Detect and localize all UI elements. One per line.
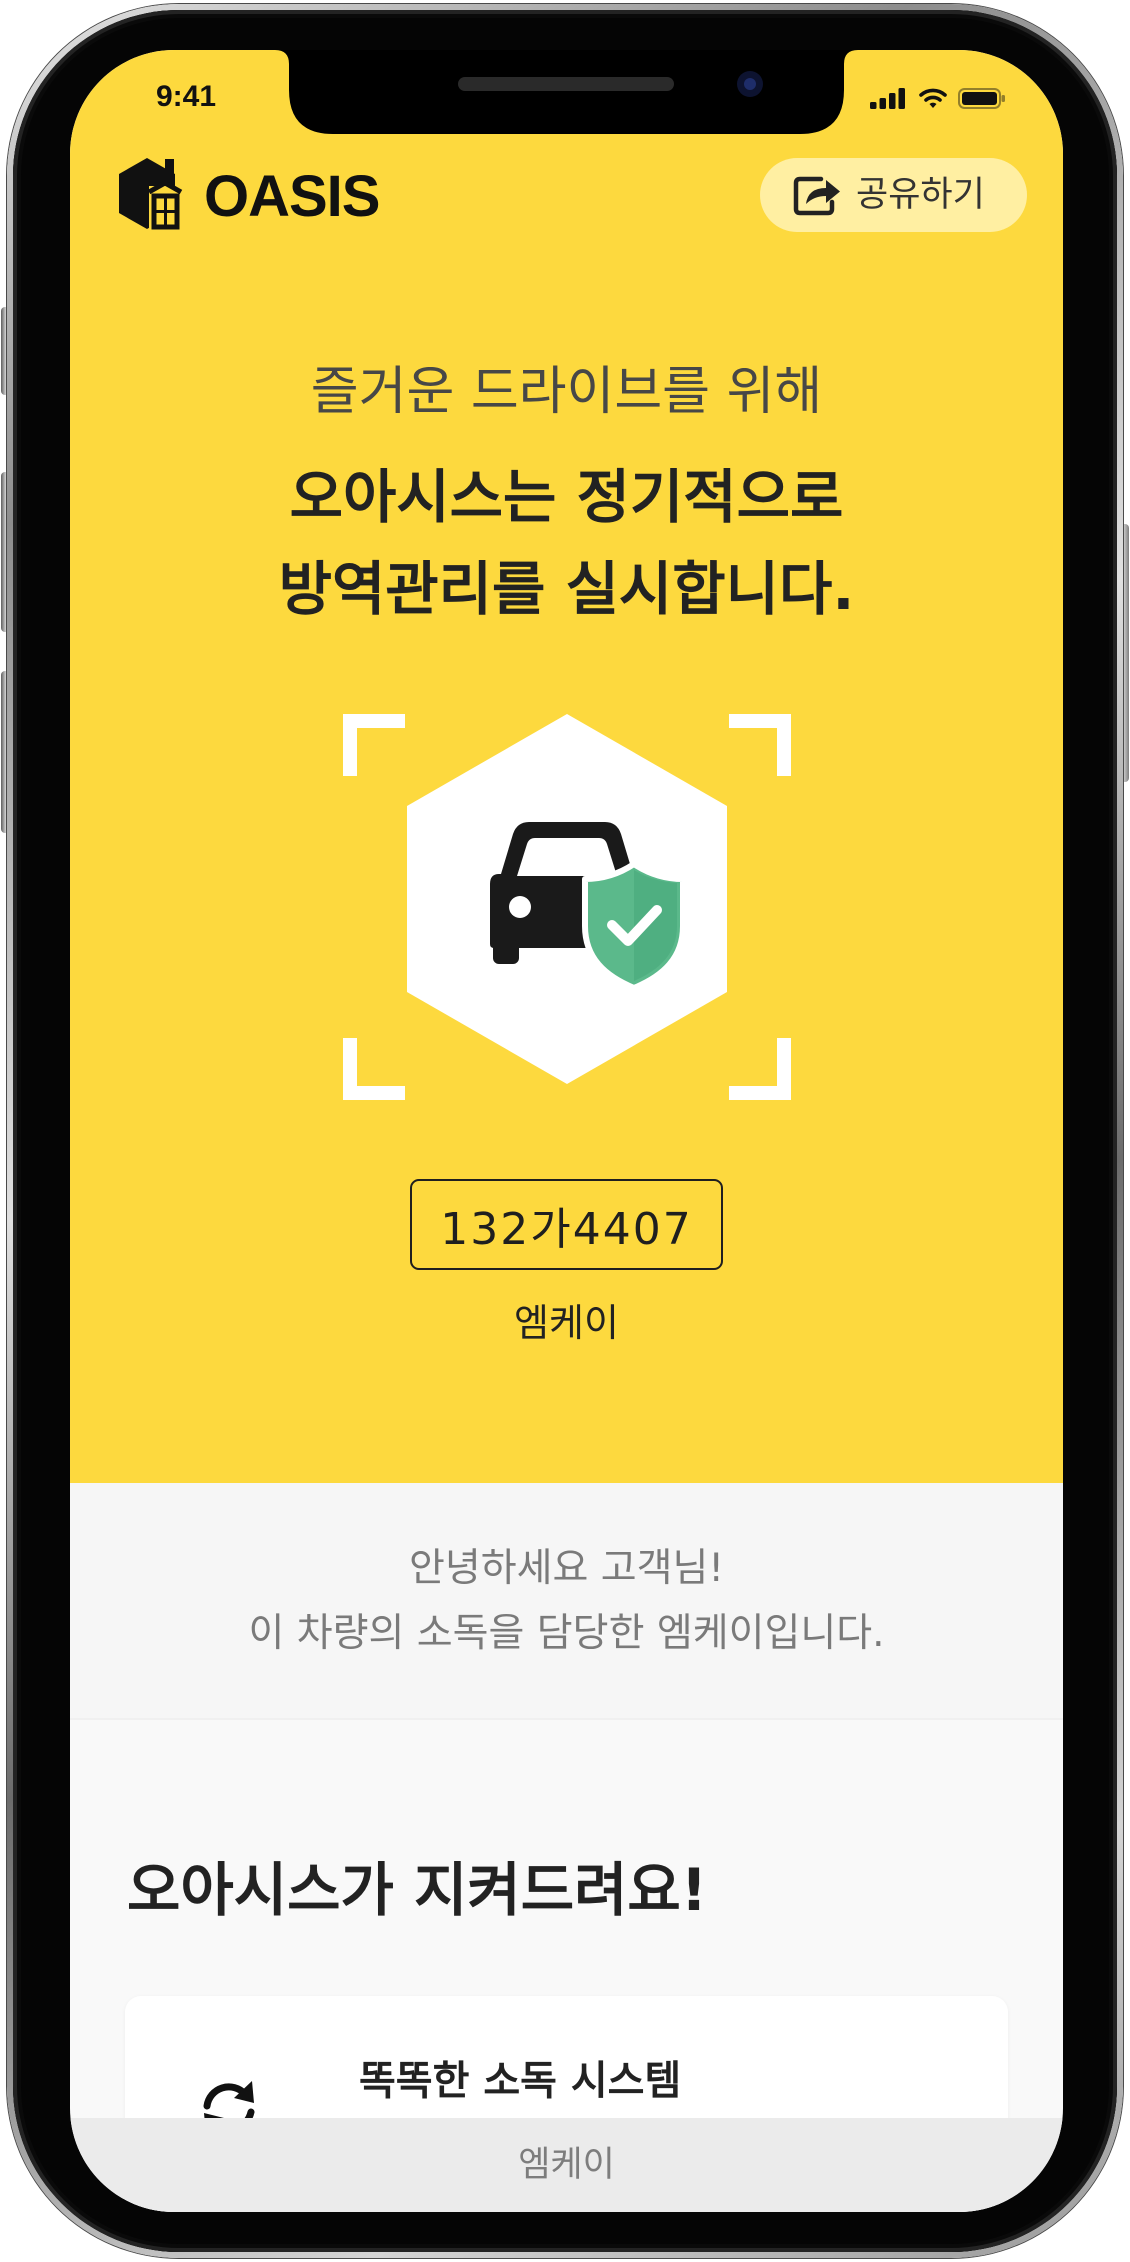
phone-mockup: 9:41 OASIS 공유하기 즐거운 드라이브를 위해 오아시스는 정기적으로… (0, 0, 1130, 2262)
phone-screen: 9:41 OASIS 공유하기 즐거운 드라이브를 위해 오아시스는 정기적으로… (70, 50, 1063, 2212)
footer-company-label: 엠케이 (70, 2118, 1063, 2212)
company-name: 엠케이 (514, 1301, 619, 1345)
share-button[interactable]: 공유하기 (760, 158, 1027, 232)
hero-title-line-1: 오아시스는 정기적으로 (289, 463, 844, 531)
share-label: 공유하기 (856, 175, 985, 215)
brand-name: OASIS (204, 164, 380, 229)
greeting-line-1: 안녕하세요 고객님! (408, 1546, 725, 1591)
greeting-line-2: 이 차량의 소독을 담당한 엠케이입니다. (248, 1611, 885, 1656)
share-icon (793, 176, 840, 216)
greeting-section (70, 1483, 1063, 1720)
shield-check-icon (582, 861, 686, 991)
oasis-logo-icon (119, 158, 183, 231)
license-plate: 132가4407 (410, 1179, 723, 1270)
disinfection-emblem (343, 714, 791, 1100)
features-heading: 오아시스가 지켜드려요! (127, 1856, 708, 1924)
camera-notch (275, 50, 858, 134)
hero-subtitle: 즐거운 드라이브를 위해 (310, 362, 823, 422)
hero-title-line-2: 방역관리를 실시합니다. (278, 555, 855, 623)
feature-title: 똑똑한 소독 시스템 (359, 2058, 682, 2104)
